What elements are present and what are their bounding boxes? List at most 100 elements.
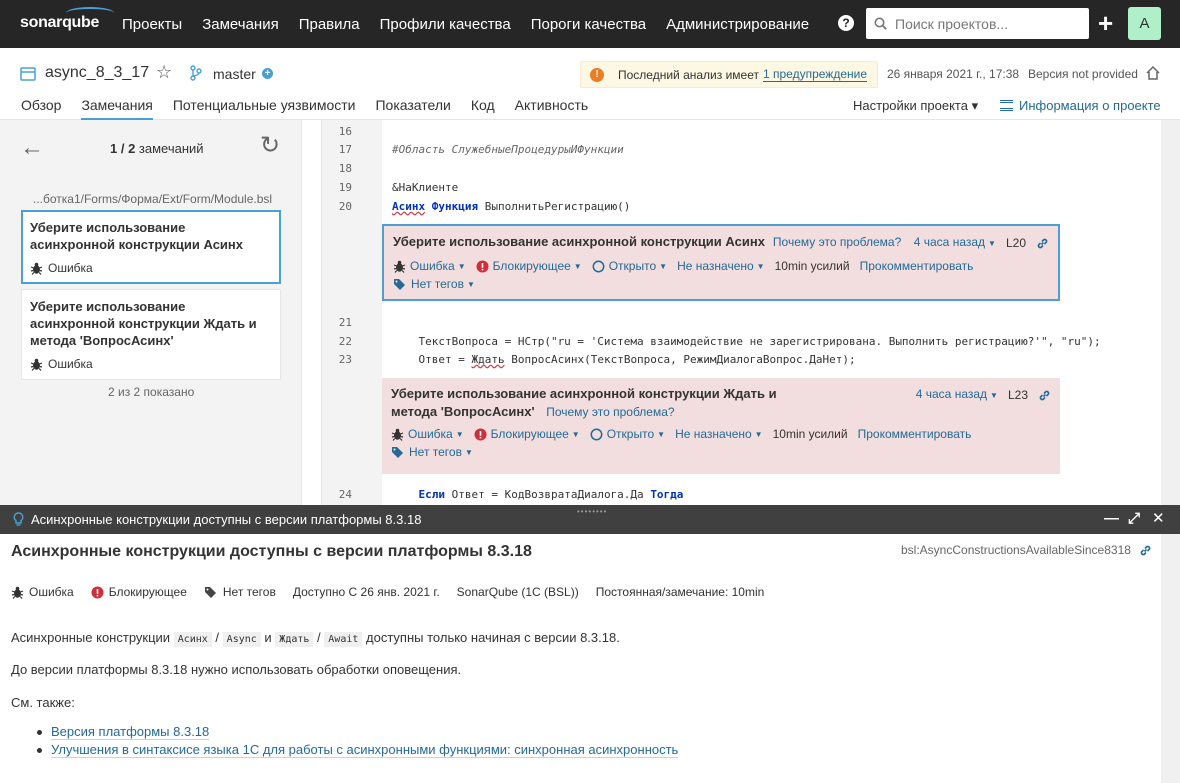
link-icon[interactable] [1139,544,1152,557]
user-avatar[interactable]: A [1128,7,1161,40]
line-number[interactable]: 19 [322,181,352,194]
tab-overview[interactable]: Обзор [21,97,61,121]
issue-effort: 10min усилий [774,259,850,273]
nav-administration[interactable]: Администрирование [666,16,809,33]
type-label: Ошибка [410,259,455,273]
nav-quality-profiles[interactable]: Профили качества [380,16,511,33]
branch-name[interactable]: master [213,66,256,82]
page-scrollbar[interactable] [1161,120,1180,783]
issue-box[interactable]: Уберите использование асинхронной констр… [382,224,1060,301]
rule-tags-label: Нет тегов [222,585,276,599]
code-text: ВыполнитьРегистрацию() [484,200,631,213]
nav-projects[interactable]: Проекты [122,16,182,33]
code-keyword: Функция [431,200,479,213]
shown-count: 2 из 2 показано [108,385,195,399]
see-also-link[interactable]: Версия платформы 8.3.18 [51,724,210,740]
issue-message[interactable]: Уберите использование асинхронной констр… [393,233,765,251]
search-input[interactable] [895,15,1075,32]
issue-severity-dropdown[interactable]: Блокирующее ▼ [474,427,580,441]
project-version: Версия not provided [1028,67,1138,81]
list-item: Улучшения в синтаксисе языка 1С для рабо… [36,742,679,758]
line-number[interactable]: 21 [322,316,352,329]
reload-icon[interactable]: ↻ [260,134,280,158]
issue-age[interactable]: 4 часа назад ▼ [914,233,996,253]
see-also-link[interactable]: Улучшения в синтаксисе языка 1С для рабо… [51,742,679,758]
nav-rules[interactable]: Правила [299,16,360,33]
bug-icon [30,262,43,275]
code-snippet: Async [222,632,261,647]
close-icon[interactable]: ✕ [1152,510,1165,528]
tab-activity[interactable]: Активность [515,97,589,121]
code-text: Ответ = КодВозвратаДиалога.Да [445,488,651,501]
issue-age[interactable]: 4 часа назад ▼ [916,385,998,405]
why-link[interactable]: Почему это проблема? [773,233,901,251]
desc-text: доступны только начиная с версии 8.3.18. [366,630,620,645]
code-text: ВопросАсинх(ТекстВопроса, РежимДиалогаВо… [504,353,856,366]
line-number[interactable]: 18 [322,162,352,175]
rule-tags: Нет тегов [204,585,276,599]
issue-message[interactable]: Уберите использование асинхронной констр… [391,385,821,421]
counter-current: 1 / 2 [110,141,136,156]
severity-label: Блокирующее [490,427,569,441]
code-comment: #Область СлужебныеПроцедурыИФункции [392,143,624,156]
rule-type: Ошибка [11,585,74,599]
warning-link[interactable]: 1 предупреждение [763,67,868,82]
rule-type-label: Ошибка [29,585,74,599]
issue-card[interactable]: Уберите использование асинхронной констр… [21,289,281,380]
bug-icon [11,586,24,599]
issue-type-dropdown[interactable]: Ошибка ▼ [393,259,466,273]
project-header: async_8_3_17 ☆ master + ! Последний анал… [0,48,1180,121]
analysis-warning: ! Последний анализ имеет 1 предупреждени… [580,61,878,88]
issue-status-dropdown[interactable]: Открыто ▼ [590,427,665,441]
code-line: Асинх Функция ВыполнитьРегистрацию() [392,200,630,213]
sonarqube-logo[interactable]: sonarqube [20,7,114,32]
link-icon[interactable] [1038,389,1051,402]
issue-type-dropdown[interactable]: Ошибка ▼ [391,427,464,441]
issue-card[interactable]: Уберите использование асинхронной констр… [21,210,281,284]
create-plus-icon[interactable]: + [1098,10,1113,36]
resize-grip-icon[interactable]: •••••••• [577,507,607,516]
home-icon[interactable] [1145,65,1161,81]
project-name[interactable]: async_8_3_17 [45,64,149,82]
expand-icon[interactable]: ⤢ [1128,510,1140,528]
nav-issues[interactable]: Замечания [202,16,279,33]
issue-assignee-dropdown[interactable]: Не назначено ▼ [675,427,763,441]
issue-status-dropdown[interactable]: Открыто ▼ [592,259,667,273]
line-number[interactable]: 24 [322,488,352,501]
issue-box[interactable]: Уберите использование асинхронной констр… [382,378,1060,474]
line-number[interactable]: 16 [322,125,352,138]
issue-severity-dropdown[interactable]: Блокирующее ▼ [476,259,582,273]
tab-hotspots[interactable]: Потенциальные уязвимости [173,97,356,121]
link-icon[interactable] [1036,237,1049,250]
issue-tags-dropdown[interactable]: Нет тегов ▼ [393,277,1049,291]
branch-add-icon[interactable]: + [262,68,273,79]
project-info-link[interactable]: Информация о проекте [1000,98,1161,113]
issue-assignee-dropdown[interactable]: Не назначено ▼ [677,259,765,273]
line-number[interactable]: 17 [322,143,352,156]
issue-tags-dropdown[interactable]: Нет тегов ▼ [391,445,1051,459]
comment-link[interactable]: Прокомментировать [858,427,972,441]
line-number[interactable]: 22 [322,335,352,348]
rule-panel-bar[interactable]: •••••••• Асинхронные конструкции доступн… [0,505,1180,534]
back-arrow-icon[interactable]: ← [20,136,44,160]
project-settings-menu[interactable]: Настройки проекта ▾ [853,98,978,114]
tab-issues[interactable]: Замечания [81,97,153,121]
comment-link[interactable]: Прокомментировать [860,259,974,273]
line-number[interactable]: 20 [322,200,352,213]
rule-description: Асинхронные конструкции Асинх / Async и … [11,630,620,647]
status-label: Открыто [606,427,655,441]
favorite-star-icon[interactable]: ☆ [156,62,172,83]
bug-icon [393,260,406,273]
tab-measures[interactable]: Показатели [375,97,450,121]
rule-bar-title: Асинхронные конструкции доступны с верси… [31,512,422,527]
help-icon[interactable]: ? [838,15,854,31]
code-snippet: Асинх [173,632,212,647]
open-status-icon [592,260,605,272]
tab-code[interactable]: Код [471,97,495,121]
line-number[interactable]: 23 [322,353,352,366]
line-gutter [322,120,382,505]
why-link[interactable]: Почему это проблема? [546,405,674,419]
minimize-icon[interactable]: — [1104,510,1119,528]
nav-quality-gates[interactable]: Пороги качества [531,16,646,33]
rule-severity: Блокирующее [91,585,187,599]
